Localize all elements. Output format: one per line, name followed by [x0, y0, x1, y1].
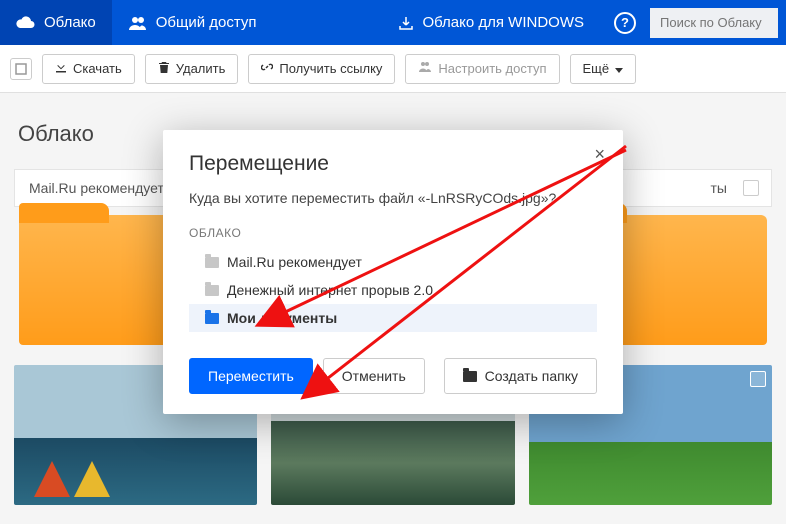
delete-button[interactable]: Удалить [145, 54, 239, 84]
tree-item-selected[interactable]: Мои документы [189, 304, 597, 332]
people-small-icon [418, 61, 432, 76]
more-label: Ещё [583, 61, 610, 76]
modal-title: Перемещение [189, 152, 597, 176]
modal-footer: Переместить Отменить Создать папку [189, 358, 597, 394]
modal-subtitle: Куда вы хотите переместить файл «-LnRSRy… [189, 190, 597, 206]
move-button[interactable]: Переместить [189, 358, 313, 394]
toolbar: Скачать Удалить Получить ссылку Настроит… [0, 45, 786, 93]
download-box-icon [398, 15, 414, 31]
help-icon[interactable]: ? [614, 12, 636, 34]
nav-shared[interactable]: Общий доступ [112, 0, 273, 45]
close-icon[interactable]: × [594, 144, 605, 165]
select-all-checkbox[interactable] [10, 58, 32, 80]
folder-tree: Mail.Ru рекомендует Денежный интернет пр… [189, 248, 597, 332]
access-label: Настроить доступ [438, 61, 546, 76]
nav-shared-label: Общий доступ [156, 14, 257, 31]
cloud-icon [16, 16, 36, 30]
trash-icon [158, 61, 170, 76]
nav-windows[interactable]: Облако для WINDOWS [382, 0, 600, 45]
access-button[interactable]: Настроить доступ [405, 54, 559, 84]
folder-small-icon [205, 313, 219, 324]
folder-small-icon [205, 285, 219, 296]
search-input[interactable] [650, 8, 778, 38]
thumb-checkbox[interactable] [750, 371, 766, 387]
get-link-label: Получить ссылку [279, 61, 382, 76]
download-label: Скачать [73, 61, 122, 76]
download-button[interactable]: Скачать [42, 54, 135, 84]
tree-item-label: Денежный интернет прорыв 2.0 [227, 282, 433, 298]
nav-windows-label: Облако для WINDOWS [422, 14, 584, 31]
folder-dark-icon [463, 371, 477, 382]
chevron-down-icon [615, 61, 623, 76]
recommend-label: Mail.Ru рекомендует [29, 180, 164, 196]
get-link-button[interactable]: Получить ссылку [248, 54, 395, 84]
tree-header: ОБЛАКО [189, 226, 597, 240]
cancel-button[interactable]: Отменить [323, 358, 425, 394]
move-dialog: × Перемещение Куда вы хотите переместить… [163, 130, 623, 414]
recommend-checkbox[interactable] [743, 180, 759, 196]
people-icon [128, 16, 148, 30]
link-icon [261, 61, 273, 76]
tree-item-label: Mail.Ru рекомендует [227, 254, 362, 270]
nav-cloud-label: Облако [44, 14, 96, 31]
download-icon [55, 61, 67, 76]
more-button[interactable]: Ещё [570, 54, 637, 84]
tree-item[interactable]: Mail.Ru рекомендует [189, 248, 597, 276]
delete-label: Удалить [176, 61, 226, 76]
tree-item[interactable]: Денежный интернет прорыв 2.0 [189, 276, 597, 304]
nav-cloud[interactable]: Облако [0, 0, 112, 45]
top-navbar: Облако Общий доступ Облако для WINDOWS ? [0, 0, 786, 45]
recommend-suffix: ты [711, 180, 727, 196]
tree-item-label: Мои документы [227, 310, 337, 326]
new-folder-button[interactable]: Создать папку [444, 358, 597, 394]
folder-small-icon [205, 257, 219, 268]
